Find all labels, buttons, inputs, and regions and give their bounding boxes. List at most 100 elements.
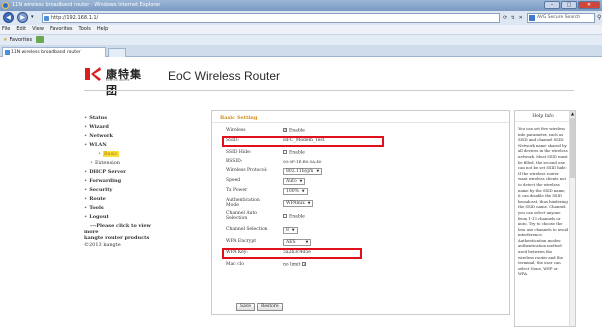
section-title: Basic Setting (220, 115, 258, 121)
address-field[interactable]: http://192.168.1.1/ (42, 13, 500, 23)
form-buttons: Save Restore (236, 303, 285, 311)
auth-mode-select[interactable]: WPAmix ▼ (283, 200, 314, 207)
nav-wlan[interactable]: • WLAN (84, 141, 107, 149)
mac-value: no limit (283, 262, 301, 268)
channel-select[interactable]: 8 ▼ (283, 227, 298, 234)
logo-subtext: KONTER GROUP (106, 79, 130, 82)
tab-bar: 11N wireless broadband router (0, 45, 602, 57)
maximize-button[interactable]: □ (561, 1, 577, 9)
bssid-value: 00:0F:1E:B0:5A:40 (283, 159, 322, 164)
history-dropdown-icon[interactable]: ▾ (31, 14, 34, 20)
copyright-text: ©2013 kangte (84, 242, 121, 248)
ssid-hide-text: Enable (289, 150, 305, 156)
wpa-encrypt-label: WPA Encrypt (226, 239, 257, 244)
page-favicon-icon (44, 16, 49, 21)
forward-button[interactable]: ▶ (17, 12, 28, 23)
menu-view[interactable]: View (32, 26, 44, 32)
basic-settings-panel: Basic Setting Wireless ✓ Enable SSID: HFC… (211, 110, 510, 315)
txpower-label: Tx Power (226, 188, 248, 193)
close-button[interactable]: ✕ (578, 1, 600, 9)
logo-text: 康特集团 (106, 68, 142, 97)
menu-bar: File Edit View Favorites Tools Help (0, 25, 602, 34)
refresh-icon[interactable]: ⟳ (503, 15, 507, 21)
address-text: http://192.168.1.1/ (51, 15, 99, 21)
nav-status[interactable]: • Status (84, 114, 107, 122)
chevron-down-icon: ▼ (291, 228, 295, 232)
compat-icon[interactable]: ↯ (511, 15, 515, 21)
nav-network[interactable]: • Network (84, 132, 113, 140)
ssid-highlight-box (222, 136, 384, 147)
search-provider-icon (529, 15, 535, 21)
chevron-down-icon: ▼ (316, 169, 320, 173)
channel-selection-label: Channel Selection (226, 227, 268, 232)
nav-wlan-extension[interactable]: • Extension (90, 159, 120, 167)
products-link-line3[interactable]: kangte router products (84, 235, 149, 241)
nav-route[interactable]: • Route (84, 195, 106, 203)
scroll-thumb[interactable] (570, 118, 575, 178)
wpa-key-highlight-box (222, 248, 362, 259)
speed-select[interactable]: Auto ▼ (283, 178, 306, 185)
back-button[interactable]: ◀ (3, 12, 14, 23)
nav-dhcp-server[interactable]: • DHCP Server (84, 168, 126, 176)
favorites-label[interactable]: Favorites (9, 37, 32, 43)
chevron-down-icon: ▼ (307, 201, 311, 205)
channel-auto-label: Channel Auto Selection (226, 211, 258, 221)
ssid-hide-label: SSID Hide: (226, 150, 252, 155)
menu-file[interactable]: File (2, 26, 10, 32)
search-icon[interactable]: ⚲ (597, 14, 601, 21)
wireless-enable-checkbox[interactable]: ✓ (283, 128, 287, 132)
nav-wizard[interactable]: • Wizard (84, 123, 109, 131)
wpa-encrypt-select[interactable]: AES ▼ (283, 239, 312, 246)
nav-wlan-basic[interactable]: • Basic (98, 150, 119, 158)
chevron-down-icon: ▼ (305, 240, 309, 244)
wireless-label: Wireless (226, 128, 246, 133)
product-title: EoC Wireless Router (168, 69, 281, 83)
konter-logo: 康特集团 KONTER GROUP (84, 65, 150, 97)
ssid-hide-checkbox[interactable] (283, 150, 287, 154)
tab-favicon-icon (5, 50, 10, 55)
help-divider (515, 121, 571, 122)
help-panel: Help Info You can set five wireless info… (514, 110, 576, 327)
menu-tools[interactable]: Tools (79, 26, 91, 32)
mac-label: Mac clo (226, 262, 244, 267)
minimize-button[interactable]: – (544, 1, 560, 9)
help-body: You can set five wireless info parameter… (518, 126, 569, 277)
chevron-down-icon: ▼ (299, 179, 303, 183)
nav-tools[interactable]: • Tools (84, 204, 104, 212)
chevron-down-icon: ▼ (301, 189, 305, 193)
restore-button[interactable]: Restore (256, 303, 283, 311)
mac-checkbox[interactable]: ✓ (302, 262, 307, 266)
address-tools: ⟳ ↯ ✕ (503, 13, 523, 23)
channel-auto-checkbox[interactable] (283, 214, 287, 218)
save-button[interactable]: Save (236, 303, 255, 311)
speed-label: Speed (226, 178, 241, 183)
tab-router[interactable]: 11N wireless broadband router (2, 47, 106, 57)
menu-edit[interactable]: Edit (16, 26, 26, 32)
protocol-select[interactable]: 802.11b/g/n ▼ (283, 168, 323, 175)
products-link[interactable]: ---Please click to view (90, 223, 151, 229)
auth-label: Authentication Mode (226, 198, 260, 208)
header-divider (84, 90, 574, 91)
ie-logo-icon (2, 2, 9, 9)
new-tab-button[interactable] (108, 48, 126, 57)
search-input[interactable]: AVG Secure Search (527, 13, 595, 23)
nav-security[interactable]: • Security (84, 186, 112, 194)
nav-logout[interactable]: • Logout (84, 213, 109, 221)
help-scrollbar[interactable]: ▲ (569, 111, 575, 326)
favorites-star-icon[interactable]: ★ (3, 37, 7, 43)
window-title: 11N wireless broadband router - Windows … (12, 2, 161, 8)
menu-help[interactable]: Help (97, 26, 108, 32)
menu-favorites[interactable]: Favorites (50, 26, 73, 32)
stop-icon[interactable]: ✕ (519, 15, 523, 21)
help-title: Help Info (532, 114, 554, 119)
scroll-up-icon[interactable]: ▲ (570, 111, 575, 117)
add-favorite-icon[interactable] (36, 36, 45, 43)
wireless-enable-text: Enable (289, 128, 305, 134)
bssid-label: BSSID: (226, 159, 243, 164)
favorites-bar: ★ Favorites (0, 34, 602, 45)
txpower-select[interactable]: 100% ▼ (283, 188, 308, 195)
section-divider (212, 122, 509, 123)
nav-forwarding[interactable]: • Forwarding (84, 177, 121, 185)
tab-title: 11N wireless broadband router (11, 50, 81, 55)
channel-auto-text: Enable (289, 214, 305, 220)
